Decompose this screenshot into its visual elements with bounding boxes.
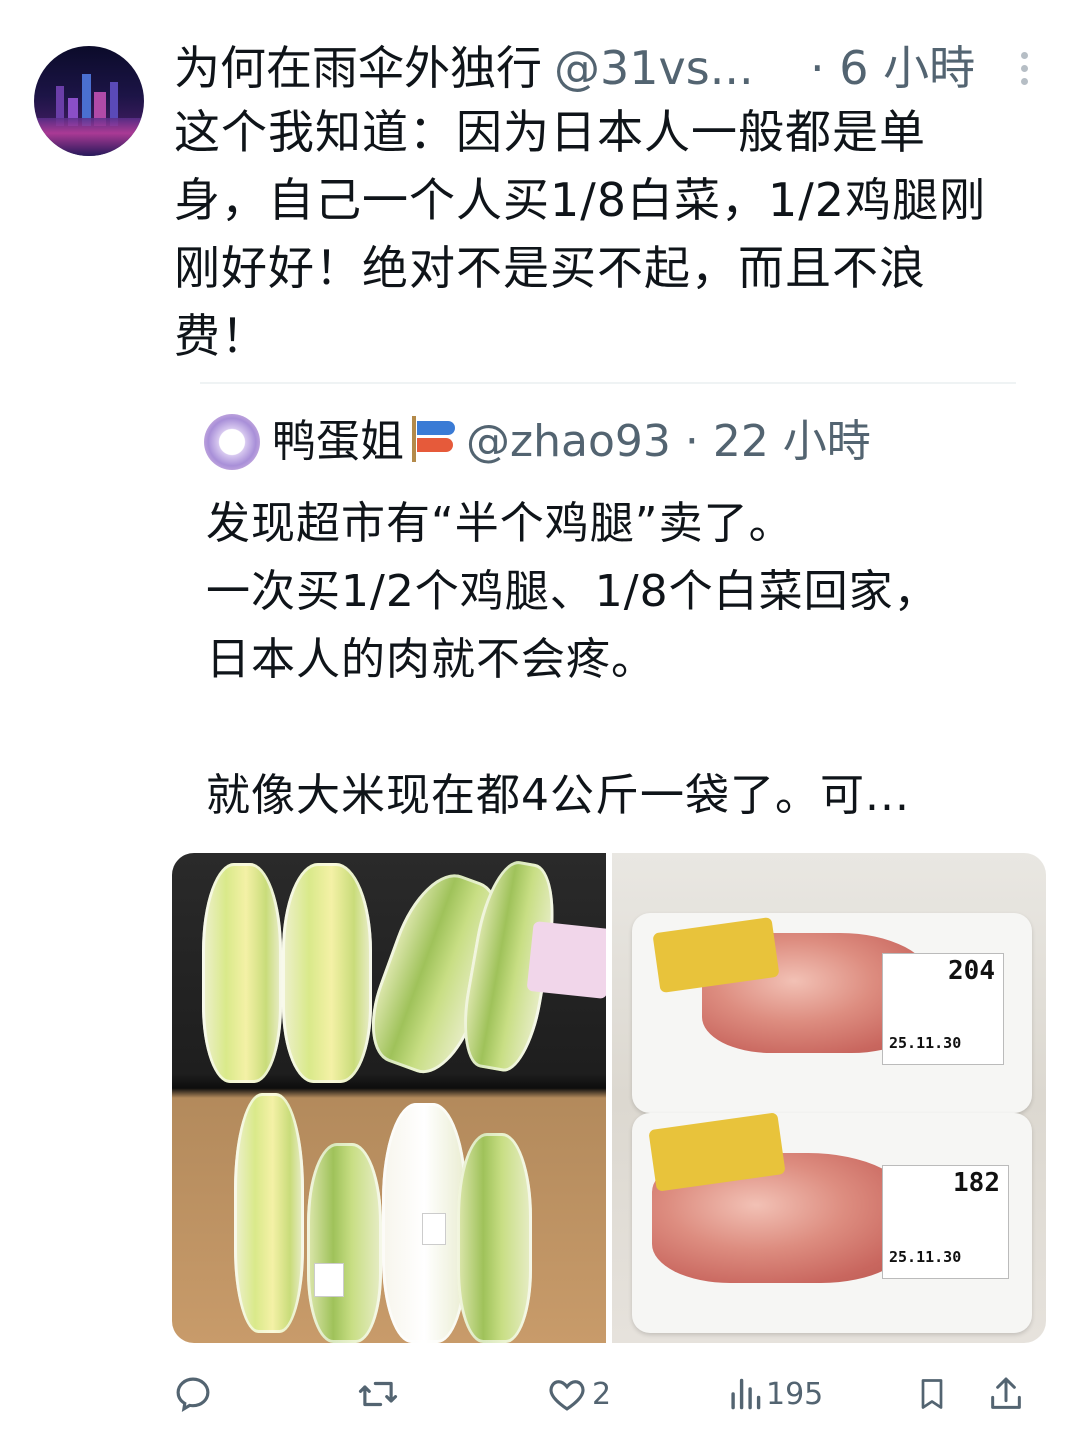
quote-time[interactable]: · 22 小時	[685, 416, 871, 467]
quote-header: 鸭蛋姐 @zhao93 · 22 小時	[272, 412, 1052, 472]
bookmark-button[interactable]	[914, 1366, 950, 1422]
action-bar: 2 195	[0, 1366, 1080, 1422]
like-count: 2	[592, 1376, 612, 1412]
more-icon[interactable]	[1014, 52, 1034, 88]
post-avatar[interactable]	[34, 46, 144, 156]
price-tag: 204 25.11.30	[882, 953, 1004, 1065]
cabbage	[457, 1133, 532, 1343]
post-text-line: 身，自己一个人买1/8白菜，1/2鸡腿刚	[174, 173, 987, 227]
divider	[200, 382, 1016, 384]
bookmark-icon	[921, 1379, 943, 1409]
post-time[interactable]: · 6 小時	[810, 38, 975, 98]
price-tag-date: 25.11.30	[889, 1248, 962, 1266]
quote-author-name[interactable]: 鸭蛋姐	[272, 416, 404, 467]
cabbage	[307, 1143, 382, 1343]
quote-author-handle[interactable]: @zhao93	[466, 416, 671, 467]
reply-icon	[176, 1377, 210, 1412]
like-button[interactable]: 2	[546, 1366, 611, 1422]
share-button[interactable]	[986, 1366, 1026, 1422]
quote-text-line: 日本人的肉就不会疼。	[206, 634, 656, 685]
author-handle[interactable]: @31vs...	[554, 41, 754, 95]
repost-button[interactable]	[356, 1366, 404, 1422]
share-icon	[991, 1377, 1021, 1409]
quote-avatar[interactable]	[204, 414, 260, 470]
quote-text-line: 一次买1/2个鸡腿、1/8个白菜回家，	[206, 566, 939, 617]
post-text-line: 刚好好！绝对不是买不起，而且不浪	[174, 241, 926, 295]
koinobori-icon	[408, 416, 458, 462]
author-name[interactable]: 为何在雨伞外独行	[174, 41, 542, 95]
quote-text[interactable]: 发现超市有“半个鸡腿”卖了。 一次买1/2个鸡腿、1/8个白菜回家， 日本人的肉…	[206, 490, 1026, 830]
photo-chicken[interactable]: 204 25.11.30 182 25.11.30	[612, 853, 1046, 1343]
reply-button[interactable]	[172, 1366, 218, 1422]
like-icon	[549, 1380, 585, 1411]
repost-icon	[358, 1381, 398, 1407]
cabbage	[282, 863, 372, 1083]
views-count: 195	[766, 1376, 824, 1412]
quote-text-line: 发现超市有“半个鸡腿”卖了。	[206, 498, 794, 549]
price-tag: 182 25.11.30	[882, 1165, 1009, 1279]
price-tag-date: 25.11.30	[889, 1034, 962, 1052]
quote-text-line: 就像大米现在都4公斤一袋了。可...	[206, 770, 910, 821]
post-header: 为何在雨伞外独行 @31vs... · 6 小時	[174, 38, 1054, 98]
cabbage-sign	[526, 921, 606, 999]
price-tag-number: 182	[953, 1168, 1000, 1198]
post-text-line: 这个我知道：因为日本人一般都是单	[174, 105, 926, 159]
views-button[interactable]: 195	[728, 1366, 823, 1422]
post-text: 这个我知道：因为日本人一般都是单 身，自己一个人买1/8白菜，1/2鸡腿刚 刚好…	[174, 98, 1044, 370]
cabbage	[234, 1093, 304, 1333]
post-text-line: 费！	[174, 309, 268, 363]
price-sticker	[314, 1263, 344, 1297]
cabbage	[202, 863, 282, 1083]
price-sticker	[422, 1213, 446, 1245]
views-icon	[731, 1378, 761, 1410]
price-tag-number: 204	[948, 956, 995, 986]
photo-cabbage[interactable]	[172, 853, 606, 1343]
